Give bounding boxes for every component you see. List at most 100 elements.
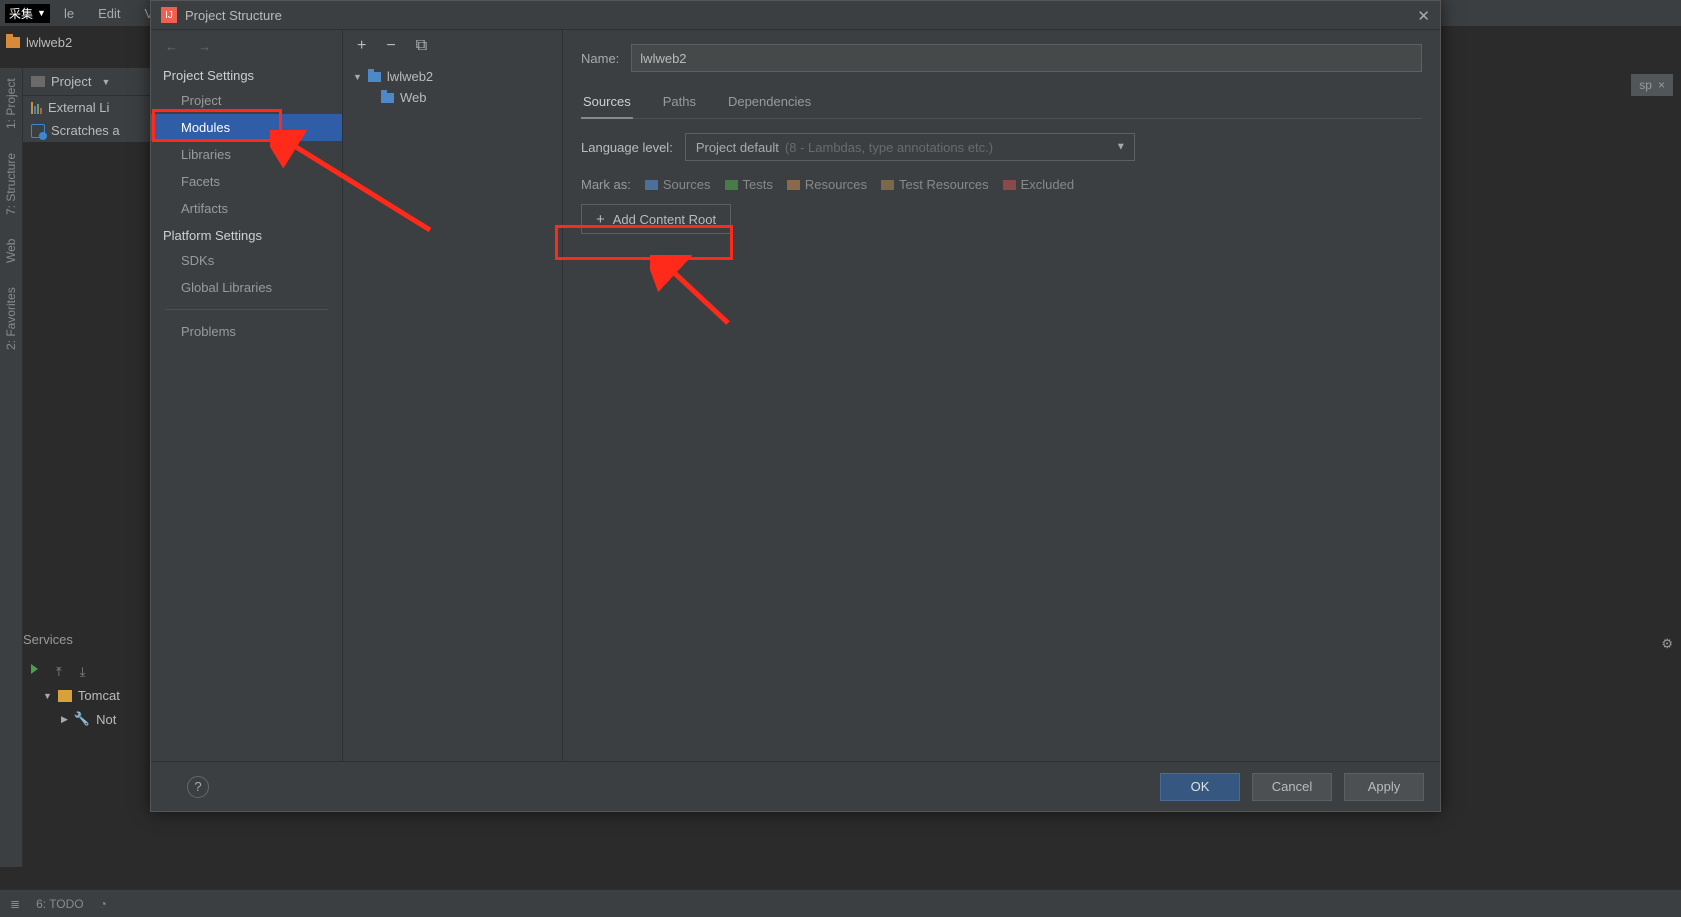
gutter-structure[interactable]: 7: Structure [4, 153, 18, 215]
apply-button[interactable]: Apply [1344, 773, 1424, 801]
folder-icon [725, 180, 738, 190]
menu-edit[interactable]: Edit [88, 4, 130, 23]
help-button[interactable]: ? [187, 776, 209, 798]
breadcrumb-project[interactable]: lwlweb2 [26, 35, 72, 50]
nav-artifacts[interactable]: Artifacts [151, 195, 342, 222]
nav-modules[interactable]: Modules [151, 114, 342, 141]
editor-tab[interactable]: sp × [1631, 74, 1673, 96]
gear-icon[interactable]: ⚙ [1661, 636, 1673, 652]
folder-icon [881, 180, 894, 190]
project-panel-header[interactable]: Project ▼ [23, 68, 150, 96]
project-item-label: Scratches a [51, 123, 120, 138]
breadcrumb: lwlweb2 [6, 35, 72, 50]
ok-button[interactable]: OK [1160, 773, 1240, 801]
close-icon[interactable]: ✕ [1417, 7, 1430, 25]
project-item-scratches[interactable]: Scratches a [23, 119, 150, 142]
chevron-down-icon: ▼ [43, 691, 52, 701]
close-icon[interactable]: × [1658, 78, 1665, 92]
status-todo[interactable]: 6: TODO [36, 897, 84, 911]
project-item-external-libraries[interactable]: External Li [23, 96, 150, 119]
chevron-down-icon: ▼ [37, 8, 46, 18]
project-item-label: External Li [48, 100, 109, 115]
nav-problems[interactable]: Problems [151, 318, 342, 345]
gutter-favorites[interactable]: 2: Favorites [4, 287, 18, 350]
mark-sources[interactable]: Sources [645, 177, 711, 192]
mark-resources[interactable]: Resources [787, 177, 867, 192]
chevron-down-icon: ▼ [1116, 142, 1126, 153]
folder-icon [6, 37, 20, 48]
folder-icon [1003, 180, 1016, 190]
name-input[interactable] [631, 44, 1422, 72]
module-tree-item[interactable]: ▼ lwlweb2 [353, 66, 552, 87]
capture-badge[interactable]: 采集 ▼ [5, 4, 50, 23]
nav-facets[interactable]: Facets [151, 168, 342, 195]
nav-back-icon[interactable]: ← [165, 39, 178, 54]
services-panel-title[interactable]: Services [23, 632, 73, 647]
nav-section-project-settings: Project Settings [151, 62, 342, 87]
project-panel-title: Project [51, 74, 91, 89]
nav-project[interactable]: Project [151, 87, 342, 114]
nav-divider [165, 309, 328, 310]
services-item-label: Not [96, 712, 116, 727]
toolbar-icon[interactable]: ⤓ [80, 664, 86, 680]
nav-forward-icon[interactable]: → [198, 39, 211, 54]
services-item-label: Tomcat [78, 688, 120, 703]
toolbar-icon[interactable]: ⤒ [56, 664, 62, 680]
scratches-icon [31, 124, 45, 138]
project-tool-window: Project ▼ External Li Scratches a [23, 68, 150, 142]
tab-paths[interactable]: Paths [661, 90, 698, 118]
services-panel: ⤒ ⤓ ▼ Tomcat ▶ 🔧 Not [23, 660, 150, 731]
language-level-label: Language level: [581, 140, 673, 155]
tab-sources[interactable]: Sources [581, 90, 633, 119]
mark-test-resources[interactable]: Test Resources [881, 177, 989, 192]
copy-icon[interactable]: ⧉ [416, 37, 427, 55]
editor-tabs-right: sp × [1631, 74, 1681, 96]
combo-hint: (8 - Lambdas, type annotations etc.) [785, 140, 993, 155]
dialog-titlebar: IJ Project Structure ✕ [151, 1, 1440, 29]
module-list: + − ⧉ ▼ lwlweb2 Web [343, 30, 563, 761]
library-icon [31, 102, 42, 114]
name-label: Name: [581, 51, 619, 66]
web-icon [381, 93, 394, 103]
chevron-down-icon: ▼ [101, 77, 110, 87]
language-level-combo[interactable]: Project default (8 - Lambdas, type annot… [685, 133, 1135, 161]
add-icon[interactable]: + [357, 37, 366, 55]
services-item-note[interactable]: ▶ 🔧 Not [23, 707, 150, 731]
detail-tabs: Sources Paths Dependencies [581, 90, 1422, 119]
module-label: Web [400, 90, 427, 105]
gutter-web[interactable]: Web [4, 239, 18, 263]
settings-nav: ← → Project Settings Project Modules Lib… [151, 30, 343, 761]
app-icon: IJ [161, 7, 177, 23]
nav-global-libraries[interactable]: Global Libraries [151, 274, 342, 301]
gutter-project[interactable]: 1: Project [4, 78, 18, 129]
combo-value: Project default [696, 140, 779, 155]
module-tree: ▼ lwlweb2 Web [343, 62, 562, 112]
status-bar: ≣ 6: TODO ◔ [0, 889, 1681, 917]
cancel-button[interactable]: Cancel [1252, 773, 1332, 801]
services-item-tomcat[interactable]: ▼ Tomcat [23, 684, 150, 707]
run-icon[interactable] [31, 664, 38, 674]
remove-icon[interactable]: − [386, 37, 395, 55]
chevron-down-icon: ▼ [353, 72, 362, 82]
left-gutter: 2: Favorites Web 7: Structure 1: Project [0, 68, 23, 867]
module-tree-item[interactable]: Web [353, 87, 552, 108]
menu-file[interactable]: le [54, 4, 84, 23]
module-label: lwlweb2 [387, 69, 433, 84]
status-list-icon[interactable]: ≣ [10, 897, 20, 911]
wrench-icon: 🔧 [74, 711, 90, 727]
tomcat-icon [58, 690, 72, 702]
nav-sdks[interactable]: SDKs [151, 247, 342, 274]
mark-tests[interactable]: Tests [725, 177, 773, 192]
add-content-root-button[interactable]: + Add Content Root [581, 204, 731, 234]
nav-libraries[interactable]: Libraries [151, 141, 342, 168]
module-toolbar: + − ⧉ [343, 30, 562, 62]
mark-as-label: Mark as: [581, 177, 631, 192]
project-icon [31, 76, 45, 87]
tab-dependencies[interactable]: Dependencies [726, 90, 813, 118]
module-detail: Name: Sources Paths Dependencies Languag… [563, 30, 1440, 761]
project-structure-dialog: IJ Project Structure ✕ ← → Project Setti… [150, 0, 1441, 812]
status-terminal-icon[interactable]: ◔ [100, 897, 107, 911]
mark-excluded[interactable]: Excluded [1003, 177, 1074, 192]
add-content-root-label: Add Content Root [613, 212, 716, 227]
editor-tab-label: sp [1639, 78, 1652, 92]
